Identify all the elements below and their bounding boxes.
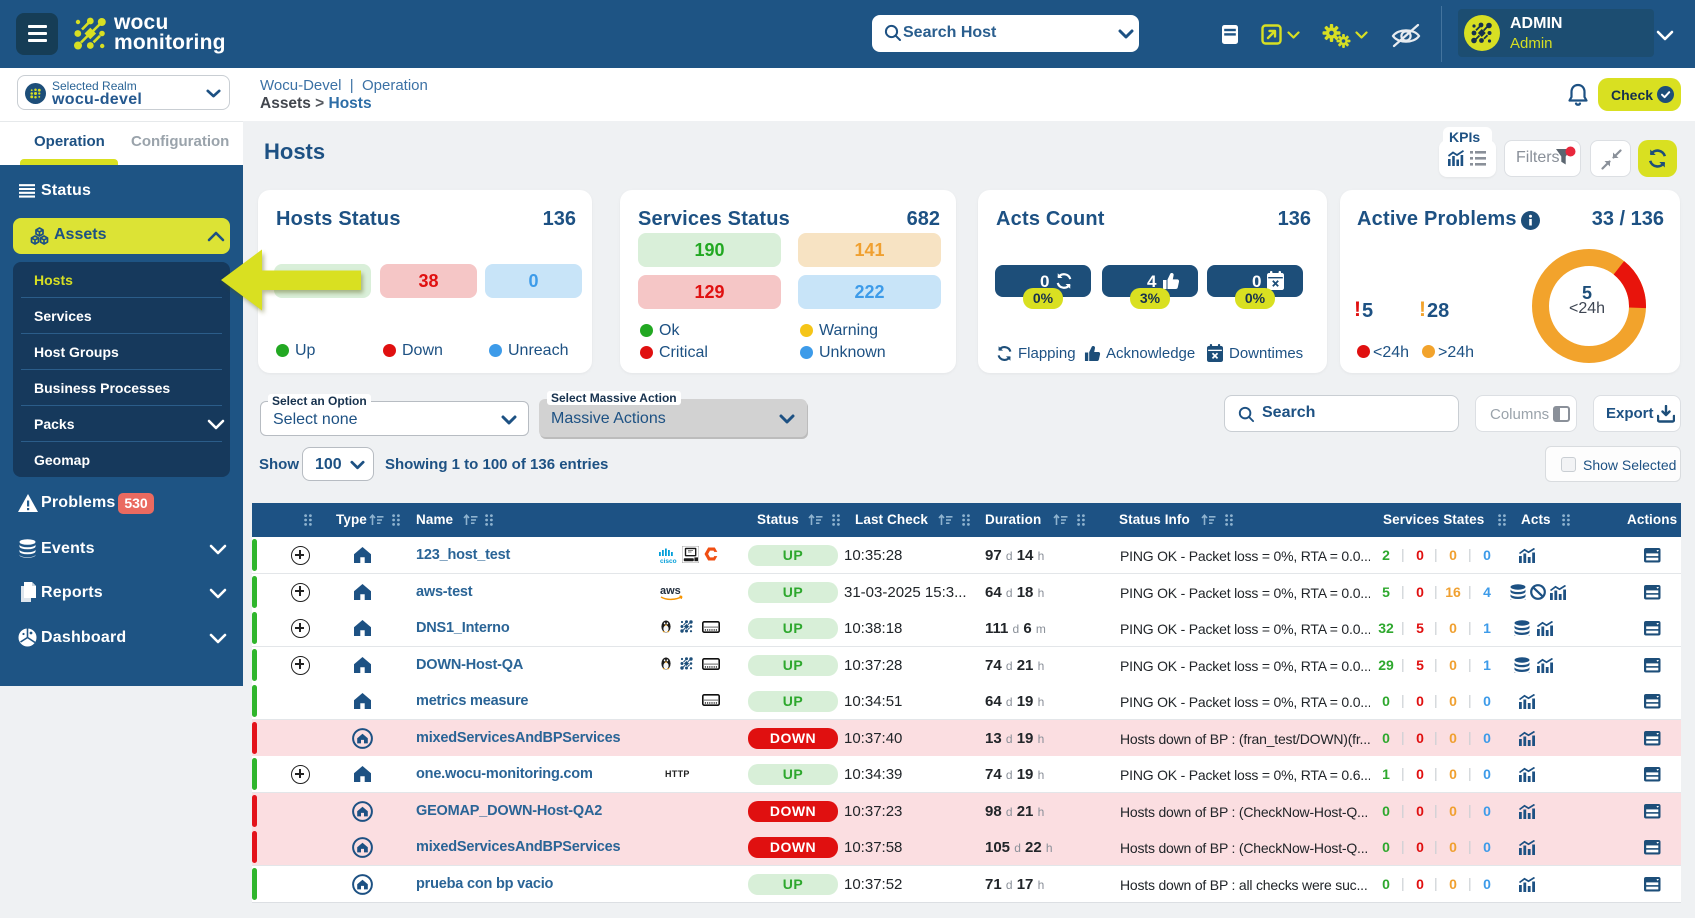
svg-text:cisco: cisco [660,558,677,564]
svg-text:aws: aws [660,585,681,597]
